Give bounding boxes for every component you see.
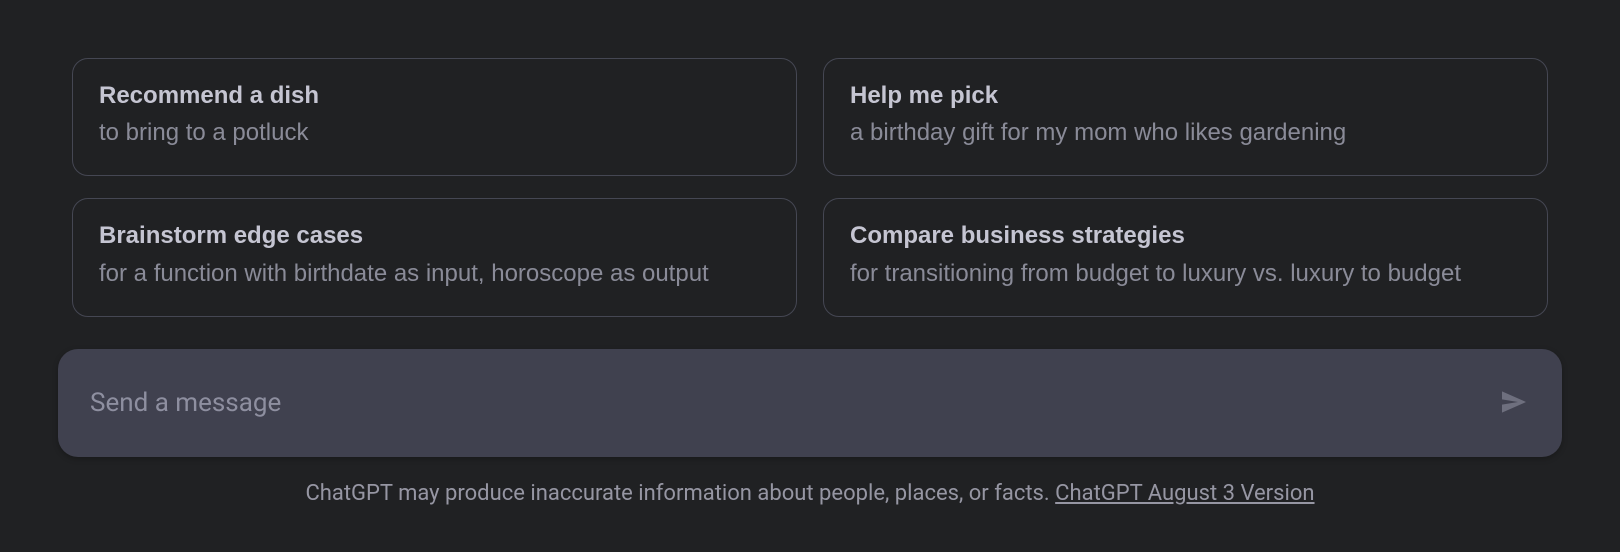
suggestion-title: Help me pick	[850, 80, 1521, 112]
version-link[interactable]: ChatGPT August 3 Version	[1055, 481, 1314, 506]
suggestion-subtitle: a birthday gift for my mom who likes gar…	[850, 114, 1521, 152]
suggestion-card-recommend-dish[interactable]: Recommend a dish to bring to a potluck	[72, 58, 797, 177]
suggestion-grid: Recommend a dish to bring to a potluck H…	[58, 58, 1562, 318]
disclaimer-text: ChatGPT may produce inaccurate informati…	[305, 481, 1055, 506]
suggestion-subtitle: for a function with birthdate as input, …	[99, 255, 770, 293]
suggestion-subtitle: to bring to a potluck	[99, 114, 770, 152]
send-button[interactable]	[1492, 381, 1536, 425]
message-input[interactable]	[90, 388, 1492, 418]
send-icon	[1498, 386, 1530, 421]
suggestion-card-help-pick[interactable]: Help me pick a birthday gift for my mom …	[823, 58, 1548, 177]
suggestion-card-brainstorm-edge[interactable]: Brainstorm edge cases for a function wit…	[72, 198, 797, 317]
suggestion-subtitle: for transitioning from budget to luxury …	[850, 255, 1521, 293]
suggestion-title: Compare business strategies	[850, 220, 1521, 252]
suggestion-title: Recommend a dish	[99, 80, 770, 112]
suggestion-title: Brainstorm edge cases	[99, 220, 770, 252]
suggestion-card-compare-strategies[interactable]: Compare business strategies for transiti…	[823, 198, 1548, 317]
message-input-bar	[58, 349, 1562, 457]
footer-disclaimer: ChatGPT may produce inaccurate informati…	[58, 479, 1562, 510]
